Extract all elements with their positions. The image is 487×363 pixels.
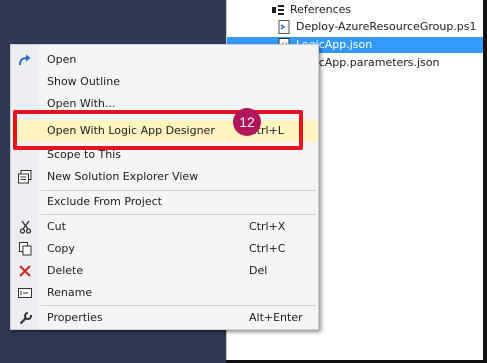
open-arrow-icon <box>18 53 32 67</box>
delete-x-icon <box>18 264 32 278</box>
menu-shortcut: Del <box>249 264 268 277</box>
tree-item-references[interactable]: References <box>271 2 351 18</box>
menu-separator <box>41 214 316 215</box>
scissors-icon <box>18 220 32 234</box>
tree-item-deploy-script[interactable]: Deploy-AzureResourceGroup.ps1 <box>277 19 477 35</box>
menu-item-exclude-from-project[interactable]: Exclude From Project <box>11 191 318 213</box>
tree-item-label: Deploy-AzureResourceGroup.ps1 <box>296 20 477 33</box>
menu-shortcut: Ctrl+C <box>249 242 286 255</box>
menu-shortcut: Ctrl+X <box>249 220 286 233</box>
new-view-icon <box>18 170 32 184</box>
menu-item-delete[interactable]: Delete Del <box>11 260 318 282</box>
rename-icon <box>18 286 32 300</box>
context-menu: Open Show Outline Open With... Open With… <box>10 44 319 330</box>
menu-item-properties[interactable]: Properties Alt+Enter <box>11 307 318 329</box>
menu-shortcut: Alt+Enter <box>249 311 303 324</box>
references-icon <box>271 3 285 17</box>
menu-item-show-outline[interactable]: Show Outline <box>11 71 318 93</box>
menu-item-rename[interactable]: Rename <box>11 282 318 304</box>
step-number-badge: 12 <box>233 108 261 136</box>
menu-item-open[interactable]: Open <box>11 49 318 71</box>
menu-separator <box>41 305 316 306</box>
powershell-file-icon <box>277 20 291 34</box>
menu-item-copy[interactable]: Copy Ctrl+C <box>11 238 318 260</box>
menu-item-cut[interactable]: Cut Ctrl+X <box>11 216 318 238</box>
tree-item-label: References <box>290 3 352 16</box>
wrench-icon <box>18 311 32 325</box>
copy-icon <box>18 242 32 256</box>
window-border-right <box>483 0 487 363</box>
menu-item-new-solution-explorer-view[interactable]: New Solution Explorer View <box>11 166 318 188</box>
